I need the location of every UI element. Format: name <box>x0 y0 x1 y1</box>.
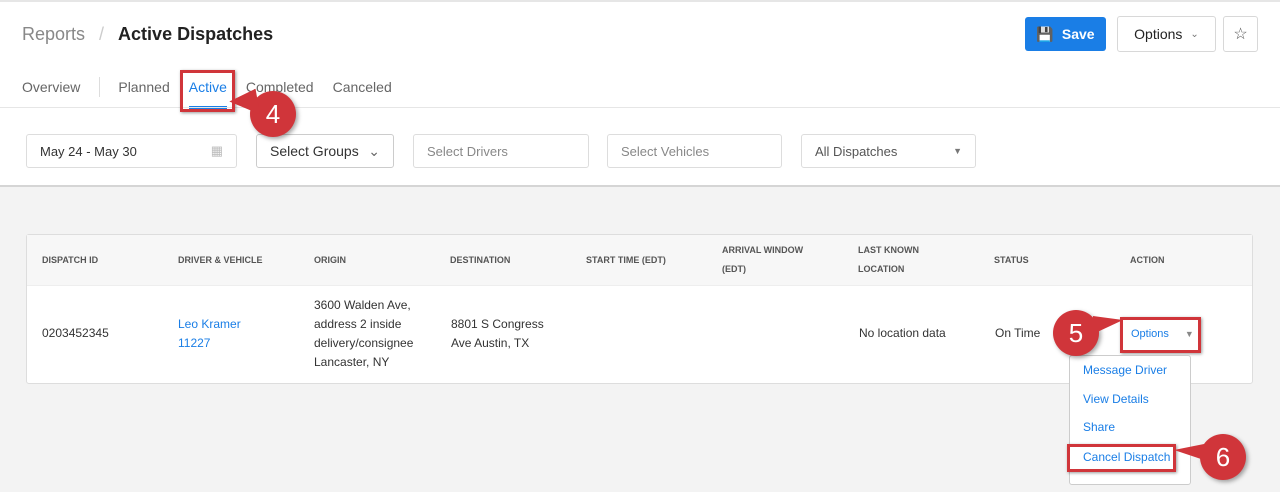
chevron-down-icon: ⌄ <box>1190 28 1199 40</box>
tab-overview[interactable]: Overview <box>22 79 80 103</box>
callout-4: 4 <box>250 91 296 137</box>
breadcrumb-separator: / <box>99 24 105 44</box>
save-icon: 💾 <box>1036 25 1054 42</box>
status: On Time <box>995 326 1041 340</box>
col-last-location: LAST KNOWN LOCATION <box>858 245 919 274</box>
options-button[interactable]: Options ⌄ <box>1117 16 1216 52</box>
groups-value: Select Groups <box>270 143 359 159</box>
origin-line: address 2 inside <box>314 317 402 331</box>
caret-down-icon: ▼ <box>953 146 962 156</box>
page-title: Active Dispatches <box>118 24 274 44</box>
date-range-picker[interactable]: May 24 - May 30 ▦ <box>26 134 237 168</box>
origin-line: delivery/consignee <box>314 336 414 350</box>
favorite-button[interactable]: ☆ <box>1223 16 1258 52</box>
col-driver-vehicle: DRIVER & VEHICLE <box>178 255 263 265</box>
date-range-value: May 24 - May 30 <box>40 143 137 159</box>
menu-share[interactable]: Share <box>1083 420 1115 434</box>
breadcrumb: Reports / Active Dispatches <box>22 24 273 45</box>
driver-link[interactable]: Leo Kramer <box>178 315 241 334</box>
col-arrival-window: ARRIVAL WINDOW (EDT) <box>722 245 804 274</box>
chevron-down-icon: ⌄ <box>368 142 380 159</box>
destination-line: 8801 S Congress <box>451 317 544 331</box>
menu-message-driver[interactable]: Message Driver <box>1083 363 1167 377</box>
col-origin: ORIGIN <box>314 255 347 265</box>
callout-5: 5 <box>1053 310 1123 356</box>
vehicle-link[interactable]: 11227 <box>178 334 210 353</box>
tab-canceled[interactable]: Canceled <box>333 79 392 103</box>
star-icon: ☆ <box>1233 26 1248 43</box>
highlight-cancel-dispatch <box>1067 444 1176 472</box>
drivers-placeholder: Select Drivers <box>427 143 508 159</box>
dispatch-filter-select[interactable]: All Dispatches ▼ <box>801 134 976 168</box>
groups-select[interactable]: Select Groups ⌄ <box>256 134 394 168</box>
origin-line: 3600 Walden Ave, <box>314 298 411 312</box>
tab-divider <box>99 77 101 97</box>
breadcrumb-reports[interactable]: Reports <box>22 24 85 45</box>
origin-line: Lancaster, NY <box>314 355 390 369</box>
highlight-active-tab <box>180 70 235 112</box>
dispatch-filter-value: All Dispatches <box>815 143 898 159</box>
tab-planned[interactable]: Planned <box>118 79 169 103</box>
destination-line: Ave Austin, TX <box>451 336 530 350</box>
options-label: Options <box>1134 26 1183 42</box>
col-dispatch-id: DISPATCH ID <box>42 255 99 265</box>
last-location: No location data <box>859 326 946 340</box>
dispatch-id: 0203452345 <box>42 326 109 340</box>
calendar-icon: ▦ <box>210 143 223 158</box>
col-action: ACTION <box>1130 255 1165 265</box>
vehicles-input[interactable]: Select Vehicles <box>607 134 782 168</box>
highlight-options <box>1120 317 1201 353</box>
drivers-input[interactable]: Select Drivers <box>413 134 589 168</box>
col-destination: DESTINATION <box>450 255 511 265</box>
col-start-time: START TIME (EDT) <box>586 255 666 265</box>
menu-view-details[interactable]: View Details <box>1083 392 1149 406</box>
vehicles-placeholder: Select Vehicles <box>621 143 710 159</box>
save-button[interactable]: 💾 Save <box>1025 17 1106 51</box>
callout-6: 6 <box>1174 434 1246 480</box>
save-label: Save <box>1061 26 1095 42</box>
col-status: STATUS <box>994 255 1029 265</box>
